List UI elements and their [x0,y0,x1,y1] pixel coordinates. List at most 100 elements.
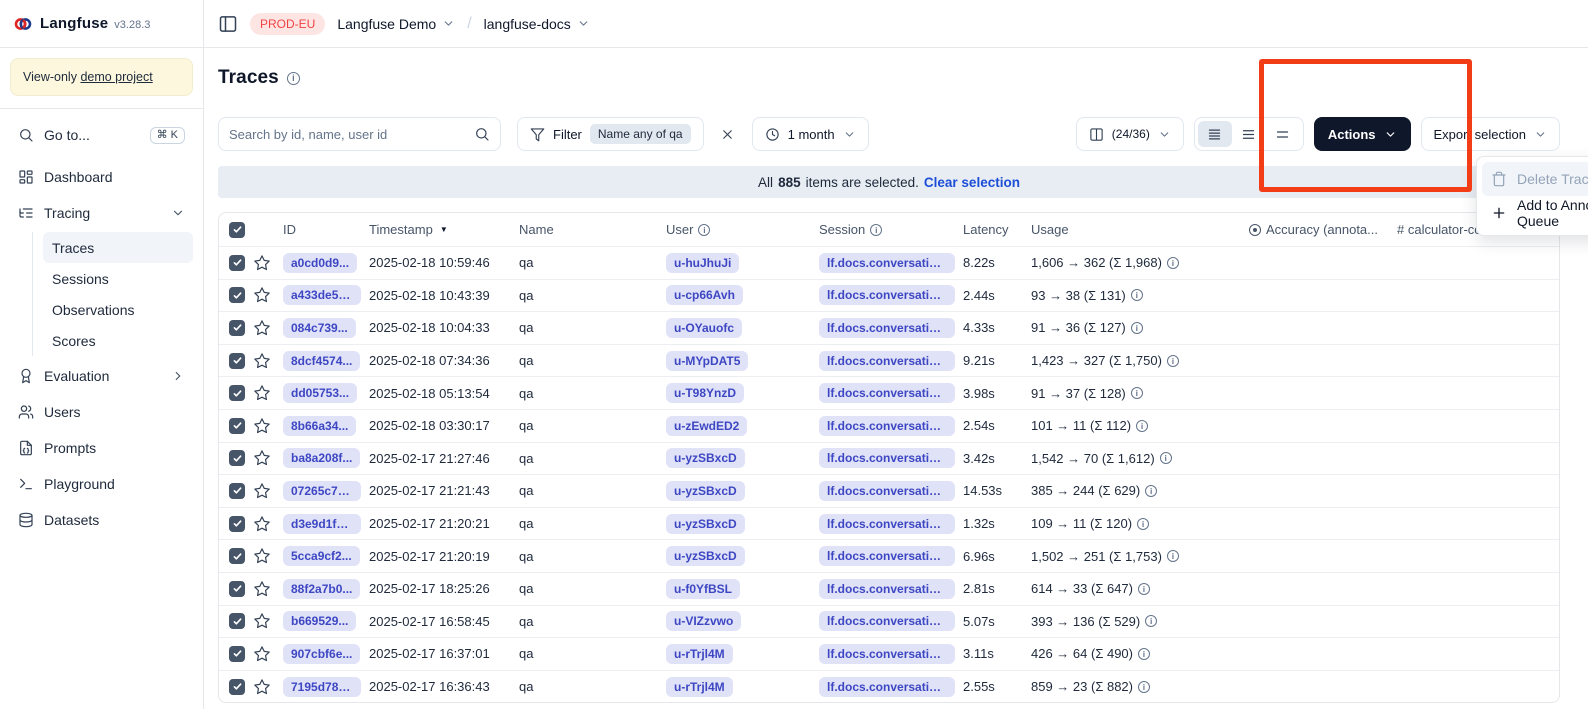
usage-info-icon[interactable]: i [1167,550,1179,562]
table-row[interactable]: ba8a208f... 2025-02-17 21:27:46 qa u-yzS… [219,442,1559,475]
usage-info-icon[interactable]: i [1131,322,1143,334]
user-badge[interactable]: u-VIZzvwo [666,611,741,631]
row-checkbox[interactable] [229,679,245,695]
time-range-button[interactable]: 1 month [752,117,869,151]
menu-item-add-to-annotation-queue[interactable]: Add to Annotation Queue [1482,196,1588,230]
table-row[interactable]: d3e9d1f2... 2025-02-17 21:20:21 qa u-yzS… [219,507,1559,540]
star-icon[interactable] [253,286,271,304]
user-badge[interactable]: u-OYauofc [666,318,742,338]
org-switcher[interactable]: Langfuse Demo [337,16,455,32]
column-header-name[interactable]: Name [519,222,666,237]
user-badge[interactable]: u-rTrjl4M [666,644,733,664]
export-selection-button[interactable]: Export selection [1421,117,1561,151]
session-badge[interactable]: lf.docs.conversation... [819,579,955,599]
row-height-small-icon[interactable] [1198,121,1232,147]
user-badge[interactable]: u-yzSBxcD [666,514,745,534]
column-header-usage[interactable]: Usage [1031,222,1249,237]
row-checkbox[interactable] [229,287,245,303]
user-badge[interactable]: u-yzSBxcD [666,481,745,501]
session-badge[interactable]: lf.docs.conversation... [819,514,955,534]
session-badge[interactable]: lf.docs.conversation... [819,481,955,501]
trace-id-badge[interactable]: 907cbf6e... [283,644,360,664]
star-icon[interactable] [253,449,271,467]
session-badge[interactable]: lf.docs.conversation... [819,383,955,403]
row-checkbox[interactable] [229,548,245,564]
session-badge[interactable]: lf.docs.conversation... [819,677,955,697]
column-header-id[interactable]: ID [283,222,369,237]
usage-info-icon[interactable]: i [1145,615,1157,627]
session-badge[interactable]: lf.docs.conversation... [819,644,955,664]
user-badge[interactable]: u-MYpDAT5 [666,351,748,371]
session-badge[interactable]: lf.docs.conversation... [819,318,955,338]
sidebar-item-goto[interactable]: Go to...⌘ K [10,118,193,152]
usage-info-icon[interactable]: i [1131,289,1143,301]
star-icon[interactable] [253,678,271,696]
trace-id-badge[interactable]: 7195d78e... [283,677,361,697]
row-checkbox[interactable] [229,483,245,499]
trace-id-badge[interactable]: b669529... [283,611,356,631]
column-header-session[interactable]: Sessioni [819,222,963,237]
sidebar-item-traces[interactable]: Traces [43,232,193,263]
table-row[interactable]: 07265c7a... 2025-02-17 21:21:43 qa u-yzS… [219,474,1559,507]
star-icon[interactable] [253,645,271,663]
column-header-accuracy-annota-[interactable]: Accuracy (annota... [1249,222,1397,237]
table-row[interactable]: 8dcf4574... 2025-02-18 07:34:36 qa u-MYp… [219,344,1559,377]
row-height-large-icon[interactable] [1266,121,1300,147]
star-icon[interactable] [253,417,271,435]
row-checkbox[interactable] [229,385,245,401]
row-checkbox[interactable] [229,581,245,597]
usage-info-icon[interactable]: i [1167,355,1179,367]
star-icon[interactable] [253,352,271,370]
row-checkbox[interactable] [229,255,245,271]
usage-info-icon[interactable]: i [1138,583,1150,595]
user-badge[interactable]: u-cp66Avh [666,285,743,305]
sidebar-item-evaluation[interactable]: Evaluation [10,359,193,393]
trace-id-badge[interactable]: 5cca9cf2... [283,546,360,566]
trace-id-badge[interactable]: 8dcf4574... [283,351,360,371]
trace-id-badge[interactable]: dd05753... [283,383,357,403]
table-row[interactable]: 084c739... 2025-02-18 10:04:33 qa u-OYau… [219,311,1559,344]
user-badge[interactable]: u-rTrjl4M [666,677,733,697]
sidebar-item-observations[interactable]: Observations [43,294,193,325]
sidebar-item-prompts[interactable]: Prompts [10,431,193,465]
sidebar-item-users[interactable]: Users [10,395,193,429]
search-icon[interactable] [474,126,490,142]
row-checkbox[interactable] [229,450,245,466]
usage-info-icon[interactable]: i [1138,648,1150,660]
usage-info-icon[interactable]: i [1167,257,1179,269]
table-row[interactable]: b669529... 2025-02-17 16:58:45 qa u-VIZz… [219,605,1559,638]
row-checkbox[interactable] [229,646,245,662]
usage-info-icon[interactable]: i [1136,420,1148,432]
star-icon[interactable] [253,254,271,272]
sidebar-item-playground[interactable]: Playground [10,467,193,501]
user-badge[interactable]: u-T98YnzD [666,383,744,403]
row-height-medium-icon[interactable] [1232,121,1266,147]
row-checkbox[interactable] [229,613,245,629]
trace-id-badge[interactable]: 084c739... [283,318,356,338]
select-all-checkbox[interactable] [229,222,245,238]
clear-selection-link[interactable]: Clear selection [924,175,1020,190]
table-row[interactable]: 8b66a34... 2025-02-18 03:30:17 qa u-zEwd… [219,409,1559,442]
star-icon[interactable] [253,384,271,402]
session-badge[interactable]: lf.docs.conversation... [819,546,955,566]
usage-info-icon[interactable]: i [1131,387,1143,399]
actions-button[interactable]: Actions [1314,117,1411,151]
table-row[interactable]: a433de51... 2025-02-18 10:43:39 qa u-cp6… [219,279,1559,312]
star-icon[interactable] [253,482,271,500]
trace-id-badge[interactable]: d3e9d1f2... [283,514,361,534]
sidebar-toggle-icon[interactable] [218,14,238,34]
session-badge[interactable]: lf.docs.conversation... [819,611,955,631]
star-icon[interactable] [253,319,271,337]
row-checkbox[interactable] [229,418,245,434]
user-badge[interactable]: u-zEwdED2 [666,416,747,436]
table-row[interactable]: dd05753... 2025-02-18 05:13:54 qa u-T98Y… [219,376,1559,409]
sidebar-item-sessions[interactable]: Sessions [43,263,193,294]
column-header-timestamp[interactable]: Timestamp▼ [369,222,519,237]
usage-info-icon[interactable]: i [1137,518,1149,530]
usage-info-icon[interactable]: i [1160,452,1172,464]
trace-id-badge[interactable]: 88f2a7b0... [283,579,360,599]
trace-id-badge[interactable]: 8b66a34... [283,416,356,436]
trace-id-badge[interactable]: a433de51... [283,285,361,305]
star-icon[interactable] [253,547,271,565]
usage-info-icon[interactable]: i [1145,485,1157,497]
